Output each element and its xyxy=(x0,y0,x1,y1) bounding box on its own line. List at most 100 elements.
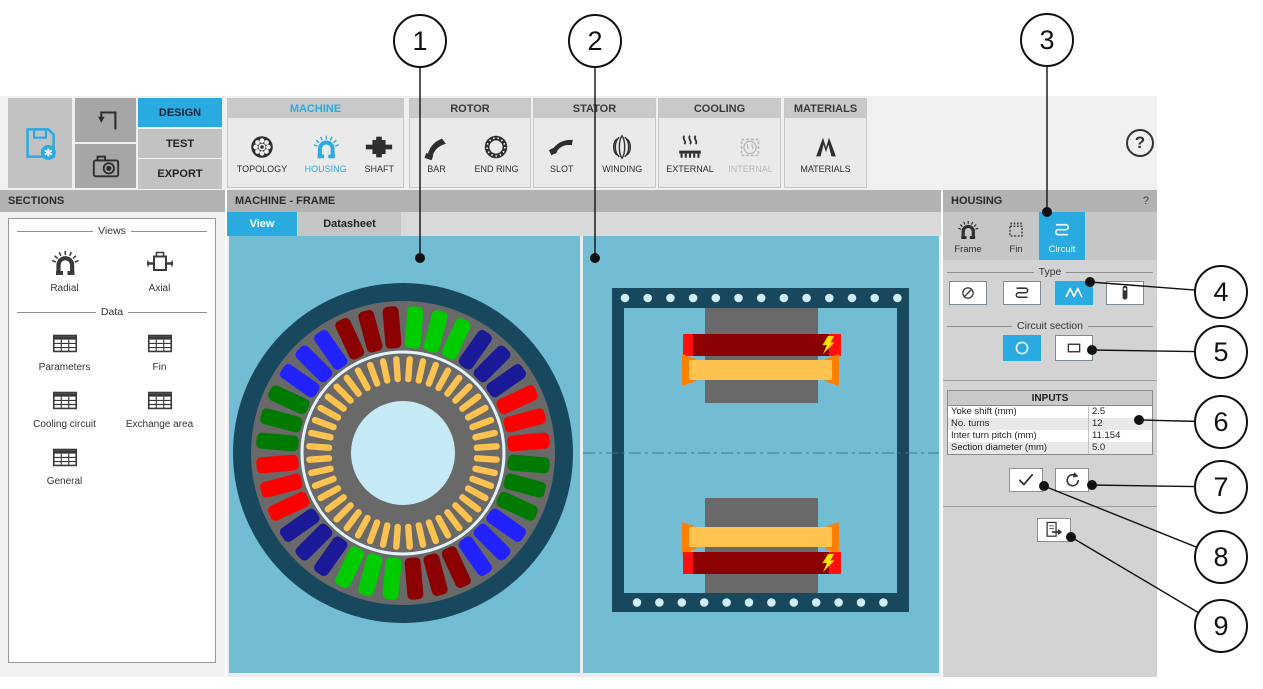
materials-icon xyxy=(811,132,841,162)
tab-view[interactable]: View xyxy=(227,212,297,236)
table-row: Section diameter (mm) 5.0 xyxy=(948,442,1152,454)
table-row: Inter turn pitch (mm) 11.154 xyxy=(948,430,1152,442)
data-item-exchange-area[interactable]: Exchange area xyxy=(112,385,207,430)
housing-tab-label: Circuit xyxy=(1049,244,1076,255)
wave-icon xyxy=(1061,282,1087,304)
data-row-3: General xyxy=(17,442,207,487)
toolbar-item-label: SHAFT xyxy=(364,164,394,174)
group-title-machine: MACHINE xyxy=(228,99,403,118)
circuit-type-none-button[interactable] xyxy=(949,281,987,305)
toolbar-group-cooling: COOLING EXTERNAL INTERNAL xyxy=(658,98,781,188)
circle-section-icon xyxy=(1009,336,1035,360)
external-cooling-icon xyxy=(675,132,705,162)
toolbar-group-machine: MACHINE TOPOLOGY HOUSING SHAFT xyxy=(227,98,404,188)
view-item-axial[interactable]: Axial xyxy=(112,247,207,294)
inputs-table-title: INPUTS xyxy=(948,391,1152,406)
input-row-label: Inter turn pitch (mm) xyxy=(948,430,1089,442)
end-ring-icon xyxy=(481,132,511,162)
sections-box: Views Radial Axial Data Parameters Fin xyxy=(8,218,216,663)
housing-tab-frame[interactable]: Frame xyxy=(945,212,991,260)
data-item-parameters[interactable]: Parameters xyxy=(17,328,112,373)
help-button[interactable]: ? xyxy=(1126,129,1154,157)
mode-tab-design[interactable]: DESIGN xyxy=(138,98,222,127)
screenshot-button[interactable] xyxy=(75,144,136,188)
toolbar-item-shaft[interactable]: SHAFT xyxy=(364,132,394,174)
input-row-value[interactable]: 12 xyxy=(1089,418,1152,430)
svg-text:3: 3 xyxy=(1039,25,1054,55)
toolbar-item-end-ring[interactable]: END RING xyxy=(474,132,518,174)
axial-view-canvas[interactable] xyxy=(583,236,939,673)
toolbar-item-winding[interactable]: WINDING xyxy=(602,132,642,174)
sections-panel: SECTIONS Views Radial Axial Data Paramet… xyxy=(0,190,225,677)
tab-datasheet[interactable]: Datasheet xyxy=(298,212,401,236)
toolbar-group-materials: MATERIALS MATERIALS xyxy=(784,98,867,188)
housing-panel: HOUSING ? Frame Fin Circuit Type xyxy=(943,190,1157,677)
apply-button[interactable] xyxy=(1009,468,1043,492)
circuit-icon xyxy=(1050,218,1074,242)
svg-text:5: 5 xyxy=(1213,337,1228,367)
input-row-value[interactable]: 5.0 xyxy=(1089,442,1152,454)
view-item-radial[interactable]: Radial xyxy=(17,247,112,294)
type-separator: Type xyxy=(947,266,1153,278)
mode-tab-export[interactable]: EXPORT xyxy=(138,159,222,189)
data-item-fin[interactable]: Fin xyxy=(112,328,207,373)
circuit-section-separator: Circuit section xyxy=(947,320,1153,332)
circuit-type-serpentine-button[interactable] xyxy=(1003,281,1041,305)
circuit-type-wave-button[interactable] xyxy=(1055,281,1093,305)
data-label: Data xyxy=(101,306,123,318)
housing-icon xyxy=(311,132,341,162)
mode-tab-test[interactable]: TEST xyxy=(138,129,222,158)
toolbar-item-label: TOPOLOGY xyxy=(237,164,287,174)
input-row-value[interactable]: 11.154 xyxy=(1089,430,1152,442)
group-title-materials: MATERIALS xyxy=(785,99,866,118)
housing-help-button[interactable]: ? xyxy=(1143,195,1149,207)
toolbar-item-materials[interactable]: MATERIALS xyxy=(800,132,850,174)
data-item-general[interactable]: General xyxy=(17,442,112,487)
svg-text:7: 7 xyxy=(1213,472,1228,502)
views-row: Radial Axial xyxy=(17,247,207,294)
section-square-button[interactable] xyxy=(1055,335,1093,361)
toolbar-item-slot[interactable]: SLOT xyxy=(547,132,577,174)
toolbar-item-topology[interactable]: TOPOLOGY xyxy=(237,132,287,174)
group-title-rotor: ROTOR xyxy=(410,99,530,118)
toolbar-item-label: END RING xyxy=(474,164,518,174)
data-item-label: Cooling circuit xyxy=(33,419,96,430)
fin-icon xyxy=(1004,218,1028,242)
undo-button[interactable] xyxy=(75,98,136,142)
table-icon xyxy=(145,328,175,358)
housing-tab-circuit[interactable]: Circuit xyxy=(1039,212,1085,260)
data-item-cooling-circuit[interactable]: Cooling circuit xyxy=(17,385,112,430)
svg-text:4: 4 xyxy=(1213,277,1228,307)
save-icon xyxy=(21,124,59,162)
toolbar-item-label: EXTERNAL xyxy=(666,164,714,174)
toolbar-item-bar[interactable]: BAR xyxy=(421,132,451,174)
slot-icon xyxy=(547,132,577,162)
table-row: No. turns 12 xyxy=(948,418,1152,430)
toolbar-group-rotor: ROTOR BAR END RING xyxy=(409,98,531,188)
inputs-table: INPUTS Yoke shift (mm) 2.5 No. turns 12 … xyxy=(947,390,1153,455)
toolbar-item-internal-cooling: INTERNAL xyxy=(728,132,773,174)
toolbar-item-label: INTERNAL xyxy=(728,164,773,174)
circuit-type-axial-button[interactable] xyxy=(1106,281,1144,305)
frame-icon xyxy=(956,218,980,242)
toolbar-item-housing[interactable]: HOUSING xyxy=(305,132,347,174)
export-data-button[interactable] xyxy=(1037,518,1071,542)
housing-tab-fin[interactable]: Fin xyxy=(993,212,1039,260)
input-row-value[interactable]: 2.5 xyxy=(1089,406,1152,418)
axial-machine-drawing xyxy=(583,236,939,673)
table-icon xyxy=(145,385,175,415)
axial-duct-icon xyxy=(1112,282,1138,304)
axial-view-icon xyxy=(144,247,176,279)
circuit-section-label: Circuit section xyxy=(1017,320,1083,332)
group-title-stator: STATOR xyxy=(534,99,655,118)
save-button[interactable] xyxy=(8,98,72,188)
toolbar-item-label: BAR xyxy=(427,164,446,174)
table-icon xyxy=(50,385,80,415)
data-separator: Data xyxy=(17,306,207,318)
radial-view-canvas[interactable] xyxy=(229,236,580,673)
reset-button[interactable] xyxy=(1055,468,1089,492)
toolbar-group-stator: STATOR SLOT WINDING xyxy=(533,98,656,188)
housing-panel-title: HOUSING xyxy=(951,195,1002,207)
toolbar-item-external-cooling[interactable]: EXTERNAL xyxy=(666,132,714,174)
section-circle-button[interactable] xyxy=(1003,335,1041,361)
